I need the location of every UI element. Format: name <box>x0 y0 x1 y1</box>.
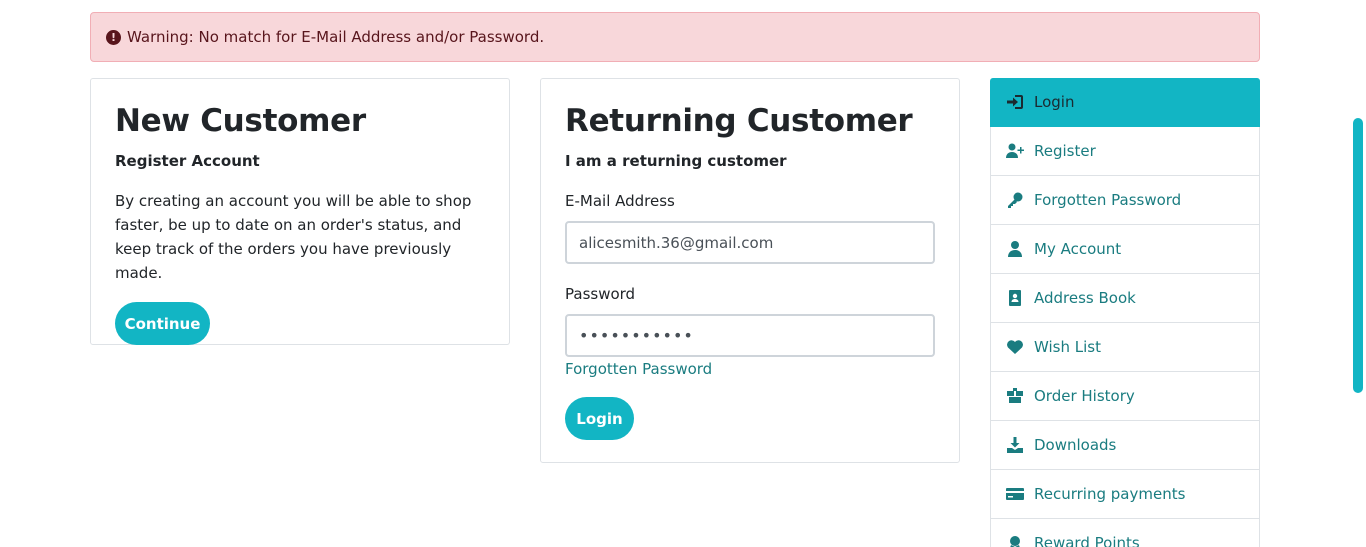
boxes-icon <box>1005 387 1025 405</box>
key-icon <box>1005 191 1025 209</box>
sidebar-item-label: Forgotten Password <box>1034 191 1182 209</box>
password-field[interactable] <box>565 314 935 357</box>
returning-customer-subtitle: I am a returning customer <box>565 152 787 170</box>
new-customer-description: By creating an account you will be able … <box>115 192 472 282</box>
continue-button[interactable]: Continue <box>115 302 210 345</box>
sign-in-icon <box>1005 93 1025 111</box>
sidebar-item-recurring-payments[interactable]: Recurring payments <box>990 470 1260 519</box>
email-label: E-Mail Address <box>565 192 675 210</box>
heart-icon <box>1005 338 1025 356</box>
download-icon <box>1005 436 1025 454</box>
user-icon <box>1005 240 1025 258</box>
scrollbar-thumb[interactable] <box>1353 118 1363 393</box>
password-label: Password <box>565 285 636 303</box>
warning-alert: ! Warning: No match for E-Mail Address a… <box>90 12 1260 62</box>
sidebar-item-label: Register <box>1034 142 1096 160</box>
sidebar-item-order-history[interactable]: Order History <box>990 372 1260 421</box>
sidebar-item-forgotten-password[interactable]: Forgotten Password <box>990 176 1260 225</box>
exclamation-circle-icon: ! <box>106 29 121 45</box>
sidebar-item-register[interactable]: Register <box>990 127 1260 176</box>
login-button[interactable]: Login <box>565 397 634 440</box>
sidebar-item-label: Reward Points <box>1034 534 1140 547</box>
sidebar-item-label: Downloads <box>1034 436 1117 454</box>
new-customer-card: New Customer Register Account By creatin… <box>90 78 510 345</box>
sidebar-item-label: My Account <box>1034 240 1122 258</box>
sidebar-item-downloads[interactable]: Downloads <box>990 421 1260 470</box>
account-sidebar: Login Register Forgotten Password My Acc… <box>990 78 1260 547</box>
sidebar-item-label: Wish List <box>1034 338 1101 356</box>
new-customer-title: New Customer <box>115 103 366 139</box>
returning-customer-card: Returning Customer I am a returning cust… <box>540 78 960 463</box>
page-scrollbar[interactable] <box>1351 0 1366 547</box>
sidebar-item-label: Order History <box>1034 387 1135 405</box>
returning-customer-title: Returning Customer <box>565 103 913 139</box>
sidebar-item-label: Login <box>1034 93 1075 111</box>
sidebar-item-reward-points[interactable]: Reward Points <box>990 519 1260 547</box>
sidebar-item-my-account[interactable]: My Account <box>990 225 1260 274</box>
register-account-heading: Register Account <box>115 152 260 170</box>
address-book-icon <box>1005 289 1025 307</box>
sidebar-item-wish-list[interactable]: Wish List <box>990 323 1260 372</box>
award-icon <box>1005 534 1025 547</box>
sidebar-item-address-book[interactable]: Address Book <box>990 274 1260 323</box>
credit-card-icon <box>1005 485 1025 503</box>
email-field[interactable] <box>565 221 935 264</box>
forgotten-password-link[interactable]: Forgotten Password <box>565 359 935 379</box>
user-plus-icon <box>1005 142 1025 160</box>
sidebar-item-login[interactable]: Login <box>990 78 1260 127</box>
sidebar-item-label: Recurring payments <box>1034 485 1186 503</box>
sidebar-item-label: Address Book <box>1034 289 1136 307</box>
alert-text: Warning: No match for E-Mail Address and… <box>127 28 545 46</box>
